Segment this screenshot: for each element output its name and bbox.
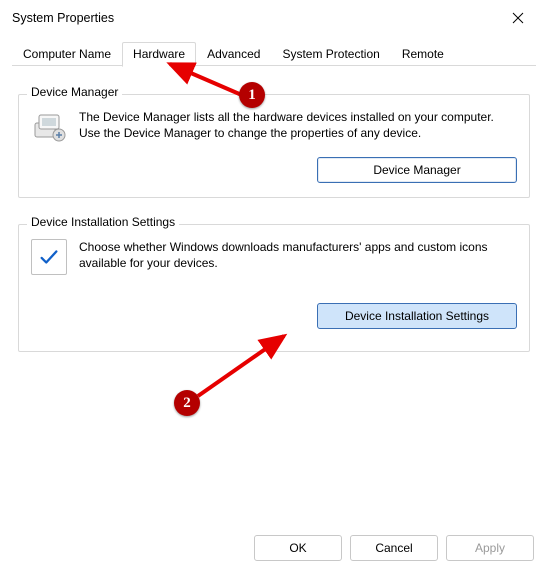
button-label: Cancel [375, 541, 412, 555]
tab-advanced[interactable]: Advanced [196, 42, 271, 66]
device-manager-description: The Device Manager lists all the hardwar… [79, 109, 517, 141]
cancel-button[interactable]: Cancel [350, 535, 438, 561]
install-settings-check-icon [31, 239, 67, 275]
groupbox-device-manager: Device Manager The Device Manager lists … [18, 94, 530, 198]
groupbox-legend: Device Manager [27, 85, 122, 99]
titlebar: System Properties [0, 0, 548, 36]
groupbox-legend: Device Installation Settings [27, 215, 179, 229]
tab-remote[interactable]: Remote [391, 42, 455, 66]
tab-body-hardware: Device Manager The Device Manager lists … [0, 66, 548, 525]
close-button[interactable] [496, 3, 540, 33]
tab-strip: Computer Name Hardware Advanced System P… [0, 36, 548, 66]
window-title: System Properties [12, 11, 114, 25]
install-settings-description: Choose whether Windows downloads manufac… [79, 239, 517, 271]
device-manager-actions: Device Manager [31, 157, 517, 183]
button-label: Apply [475, 541, 505, 555]
ok-button[interactable]: OK [254, 535, 342, 561]
device-installation-settings-button[interactable]: Device Installation Settings [317, 303, 517, 329]
device-manager-icon [31, 109, 67, 145]
device-manager-button[interactable]: Device Manager [317, 157, 517, 183]
apply-button[interactable]: Apply [446, 535, 534, 561]
device-manager-row: The Device Manager lists all the hardwar… [31, 109, 517, 145]
tab-label: Remote [402, 47, 444, 61]
groupbox-install-settings: Device Installation Settings Choose whet… [18, 224, 530, 352]
install-settings-actions: Device Installation Settings [31, 303, 517, 329]
tab-computer-name[interactable]: Computer Name [12, 42, 122, 66]
tab-label: Advanced [207, 47, 260, 61]
tab-label: System Protection [282, 47, 379, 61]
checkmark-icon [38, 246, 60, 268]
tab-label: Hardware [133, 47, 185, 61]
system-properties-window: System Properties Computer Name Hardware… [0, 0, 548, 575]
button-label: OK [289, 541, 306, 555]
tab-hardware[interactable]: Hardware [122, 42, 196, 67]
install-settings-row: Choose whether Windows downloads manufac… [31, 239, 517, 275]
dialog-footer: OK Cancel Apply [0, 525, 548, 575]
button-label: Device Manager [373, 163, 460, 177]
tab-label: Computer Name [23, 47, 111, 61]
close-icon [512, 12, 524, 24]
button-label: Device Installation Settings [345, 309, 489, 323]
tab-system-protection[interactable]: System Protection [271, 42, 390, 66]
